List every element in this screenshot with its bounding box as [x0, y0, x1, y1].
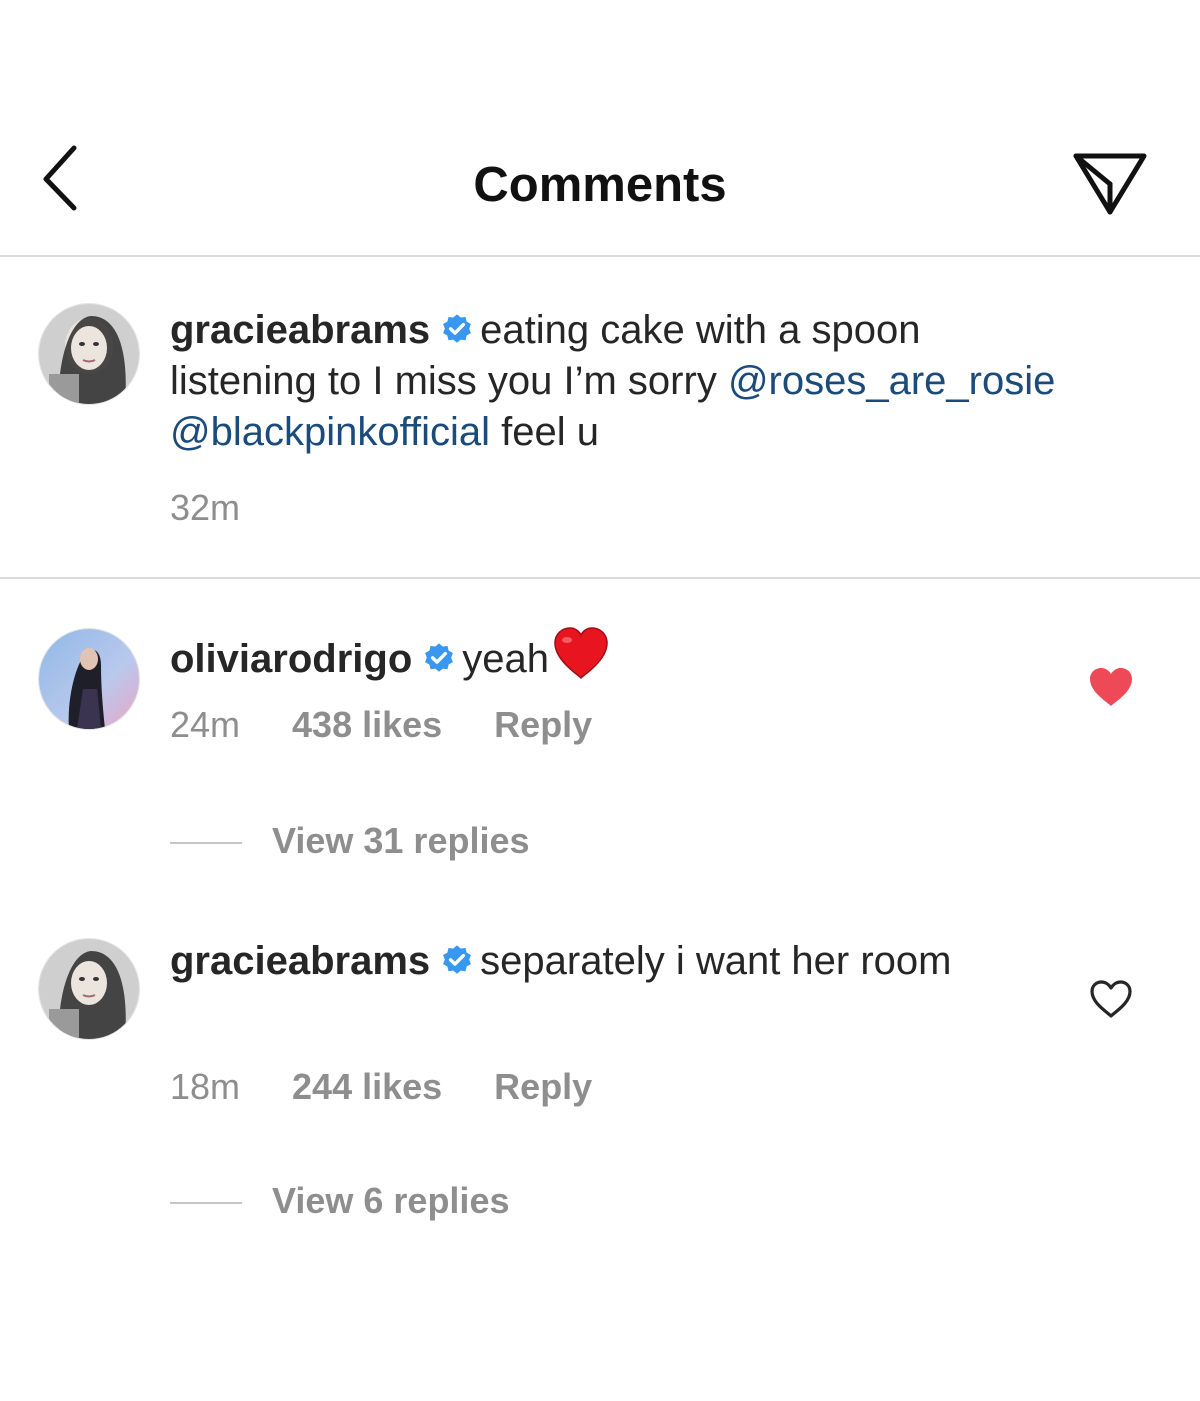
heart-filled-icon[interactable] — [1088, 666, 1134, 708]
view-replies-button[interactable]: View 31 replies — [170, 820, 530, 870]
caption-text: gracieabrams eating cake with a spoon li… — [170, 305, 1070, 458]
mention-link[interactable]: @roses_are_rosie — [728, 359, 1055, 403]
avatar[interactable] — [38, 938, 140, 1040]
heart-outline-icon[interactable] — [1088, 978, 1134, 1020]
paper-plane-icon — [1073, 153, 1147, 215]
red-heart-emoji — [554, 627, 608, 680]
caption-time: 32m — [170, 487, 241, 528]
comment-item: oliviarodrigo yeah 24m 438 likes Reply Vie… — [0, 580, 1200, 890]
post-caption: gracieabrams eating cake with a spoon li… — [0, 257, 1200, 579]
verified-badge-icon — [425, 643, 454, 672]
avatar-photo — [39, 939, 139, 1039]
likes-count[interactable]: 244 likes — [292, 1066, 442, 1107]
comment-text: oliviarodrigo yeah — [170, 626, 1050, 685]
comment-username[interactable]: gracieabrams — [170, 939, 430, 983]
comment-username[interactable]: oliviarodrigo — [170, 637, 412, 681]
comment-body: separately i want her room — [480, 939, 952, 983]
avatar[interactable] — [38, 303, 140, 405]
view-replies-label: View 31 replies — [272, 820, 530, 861]
avatar-photo — [39, 629, 139, 729]
verified-badge-icon — [443, 945, 472, 974]
comment-time: 18m — [170, 1066, 241, 1107]
likes-count[interactable]: 438 likes — [292, 704, 442, 745]
reply-divider-line — [170, 842, 242, 845]
view-replies-label: View 6 replies — [272, 1180, 510, 1221]
comment-time: 24m — [170, 704, 241, 745]
caption-username[interactable]: gracieabrams — [170, 308, 430, 352]
page-title: Comments — [473, 158, 727, 212]
verified-badge-icon — [443, 314, 472, 343]
comment-meta: 24m 438 likes Reply — [170, 704, 644, 746]
comment-meta: 18m 244 likes Reply — [170, 1066, 644, 1108]
comment-item: gracieabrams separately i want her room … — [0, 890, 1200, 1250]
caption-meta: 32m — [170, 487, 292, 529]
header-bar: Comments — [0, 120, 1200, 257]
avatar[interactable] — [38, 628, 140, 730]
mention-link[interactable]: @blackpinkofficial — [170, 410, 490, 454]
reply-button[interactable]: Reply — [494, 704, 592, 745]
view-replies-button[interactable]: View 6 replies — [170, 1180, 509, 1230]
caption-body-end: feel u — [501, 410, 600, 454]
avatar-photo — [39, 304, 139, 404]
share-button[interactable] — [1068, 148, 1152, 220]
reply-divider-line — [170, 1202, 242, 1205]
comment-body: yeah — [462, 637, 549, 681]
reply-button[interactable]: Reply — [494, 1066, 592, 1107]
comment-text: gracieabrams separately i want her room — [170, 936, 970, 987]
